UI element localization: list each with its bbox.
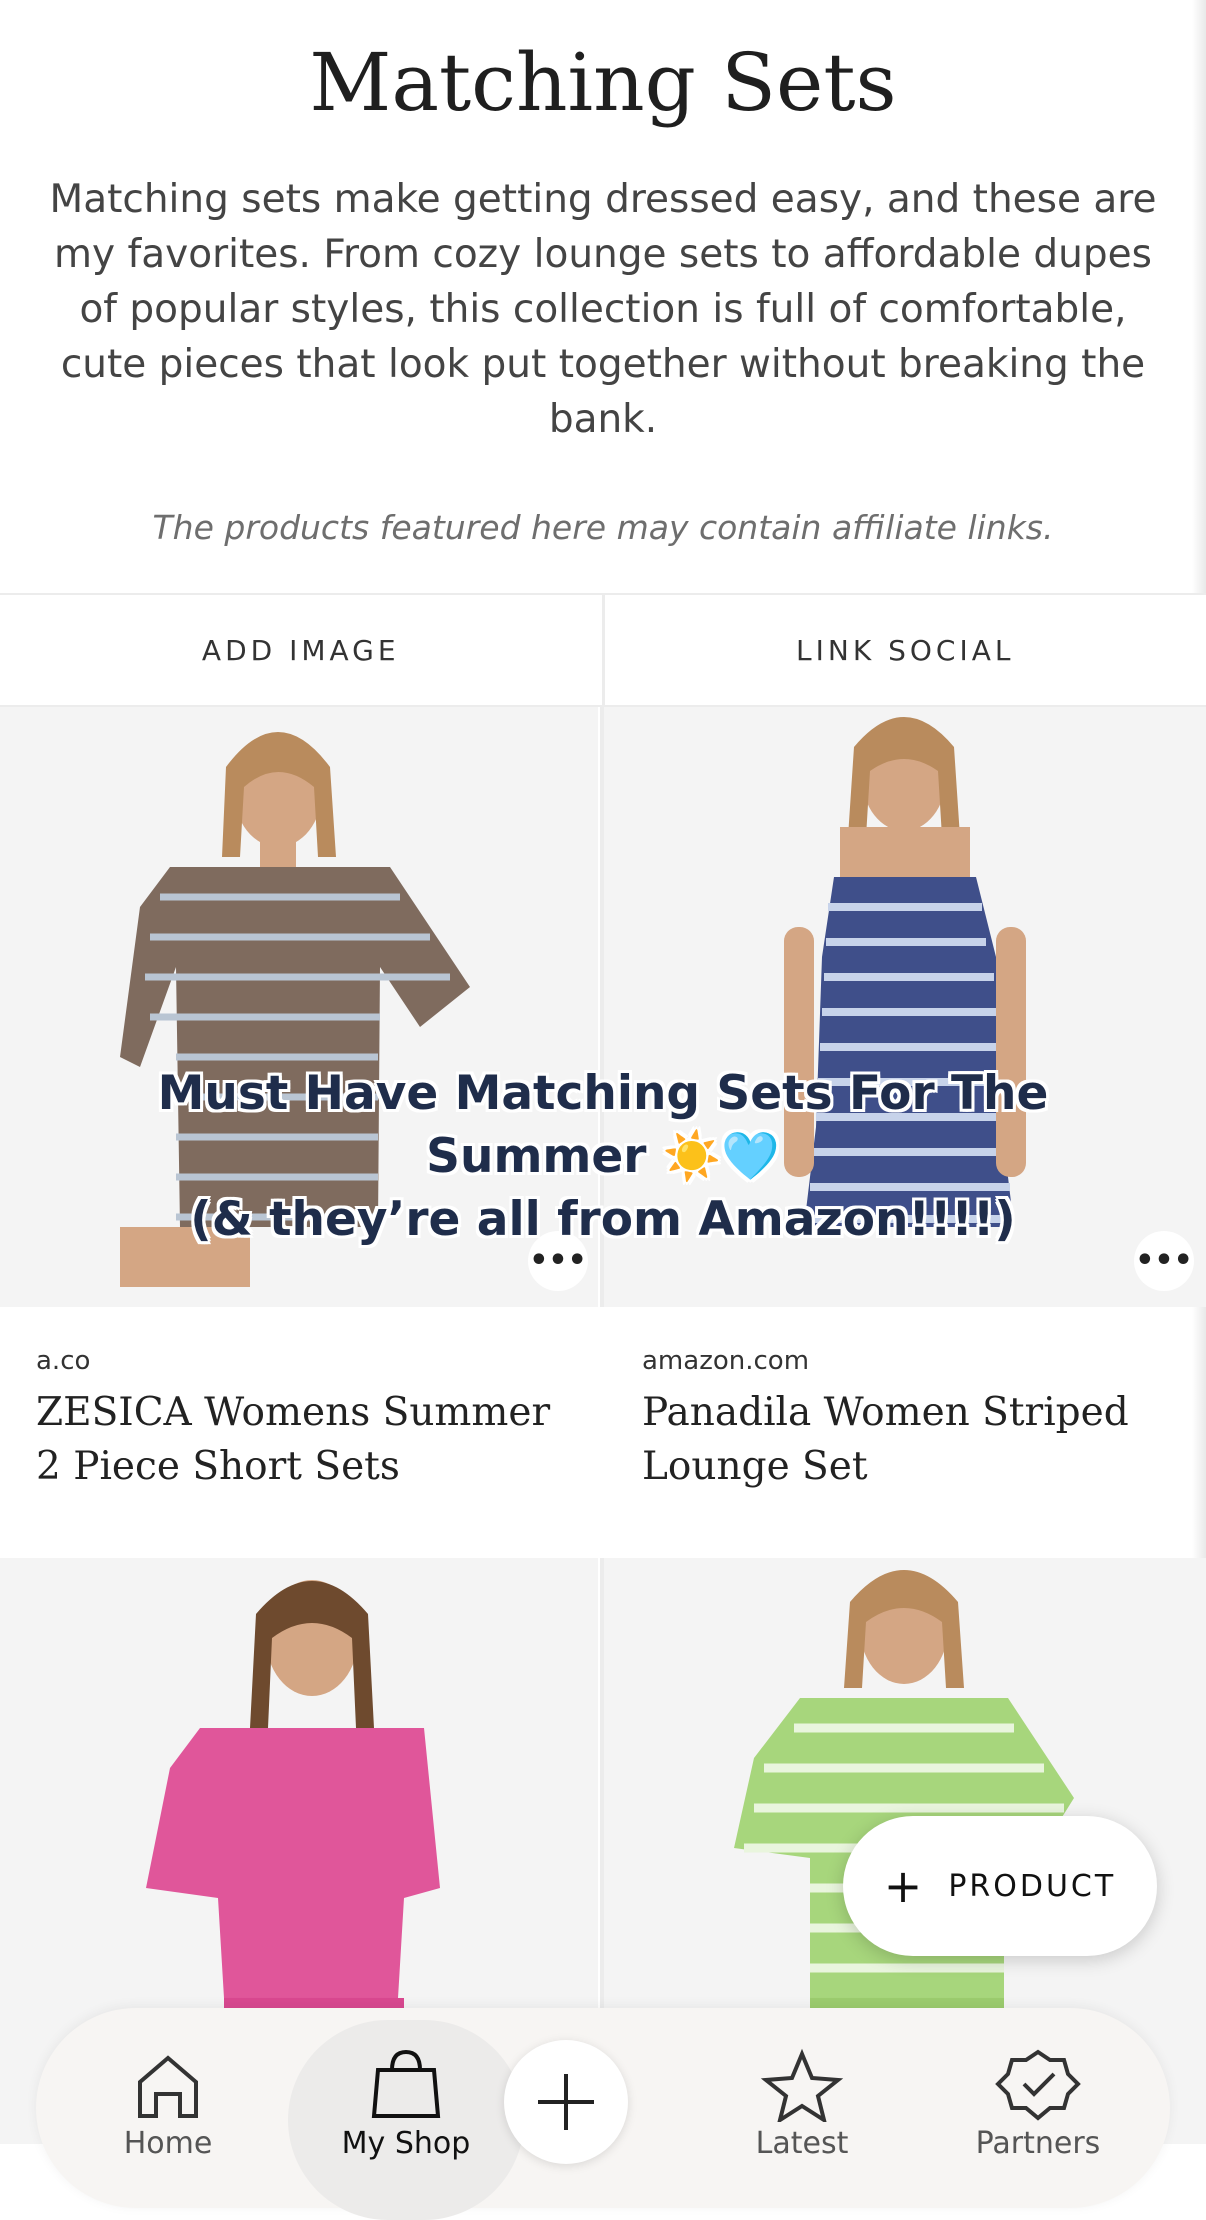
product-card-1-info[interactable]: a.co ZESICA Womens Summer 2 Piece Short …	[36, 1346, 576, 1494]
product-name[interactable]: Panadila Women Striped Lounge Set	[642, 1386, 1182, 1494]
star-icon	[712, 2048, 892, 2122]
add-product-button[interactable]: + PRODUCT	[843, 1816, 1157, 1956]
add-product-label: PRODUCT	[948, 1869, 1116, 1904]
add-image-button[interactable]: ADD IMAGE	[0, 595, 605, 705]
caption-line: Must Have Matching Sets For The	[103, 1062, 1103, 1125]
plus-icon: +	[884, 1863, 923, 1909]
caption-line: (& they’re all from Amazon!!!!)	[103, 1188, 1103, 1251]
plus-icon	[504, 2040, 628, 2164]
product-card-2-info[interactable]: amazon.com Panadila Women Striped Lounge…	[642, 1346, 1182, 1494]
product-source: a.co	[36, 1346, 576, 1376]
page-title: Matching Sets	[0, 36, 1206, 129]
shopping-bag-icon	[316, 2048, 496, 2122]
caption-line: Summer ☀️🩵	[103, 1125, 1103, 1188]
product-name[interactable]: ZESICA Womens Summer 2 Piece Short Sets	[36, 1386, 576, 1494]
product-source: amazon.com	[642, 1346, 1182, 1376]
affiliate-disclaimer: The products featured here may contain a…	[0, 508, 1206, 547]
home-icon	[78, 2048, 258, 2122]
link-social-button[interactable]: LINK SOCIAL	[605, 595, 1206, 705]
more-options-button[interactable]: •••	[1134, 1231, 1194, 1291]
create-button[interactable]	[504, 2040, 628, 2164]
collection-description: Matching sets make getting dressed easy,…	[48, 172, 1158, 447]
video-caption-overlay: Must Have Matching Sets For The Summer ☀…	[103, 1062, 1103, 1251]
verified-badge-icon	[948, 2048, 1128, 2122]
action-row: ADD IMAGE LINK SOCIAL	[0, 593, 1206, 707]
